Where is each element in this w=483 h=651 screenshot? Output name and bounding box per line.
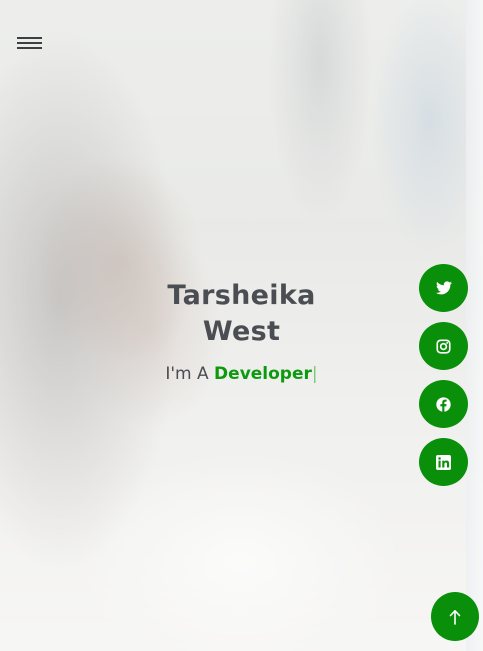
social-links	[419, 264, 468, 486]
hero-section: Tarsheika West I'm A Developer|	[0, 0, 483, 651]
twitter-icon	[435, 281, 452, 295]
hamburger-menu-icon[interactable]	[17, 34, 43, 52]
menu-bar	[17, 37, 42, 39]
facebook-icon	[436, 396, 451, 412]
menu-bar	[17, 47, 42, 49]
arrow-up-icon	[449, 609, 461, 625]
hero-intro: Tarsheika West I'm A Developer|	[0, 278, 483, 384]
menu-bar	[17, 42, 42, 44]
instagram-button[interactable]	[419, 322, 468, 370]
typed-tagline: I'm A Developer|	[0, 364, 483, 384]
typed-cursor: |	[311, 364, 318, 384]
facebook-button[interactable]	[419, 380, 468, 428]
typed-word: Developer	[214, 364, 312, 384]
twitter-button[interactable]	[419, 264, 468, 312]
back-to-top-button[interactable]	[431, 592, 479, 641]
instagram-icon	[436, 338, 451, 354]
linkedin-button[interactable]	[419, 438, 468, 486]
typed-prefix: I'm A	[165, 364, 209, 384]
linkedin-icon	[436, 454, 451, 470]
hero-first-name: Tarsheika	[167, 280, 316, 311]
hero-last-name: West	[202, 316, 281, 347]
hero-name: Tarsheika West	[152, 278, 332, 350]
